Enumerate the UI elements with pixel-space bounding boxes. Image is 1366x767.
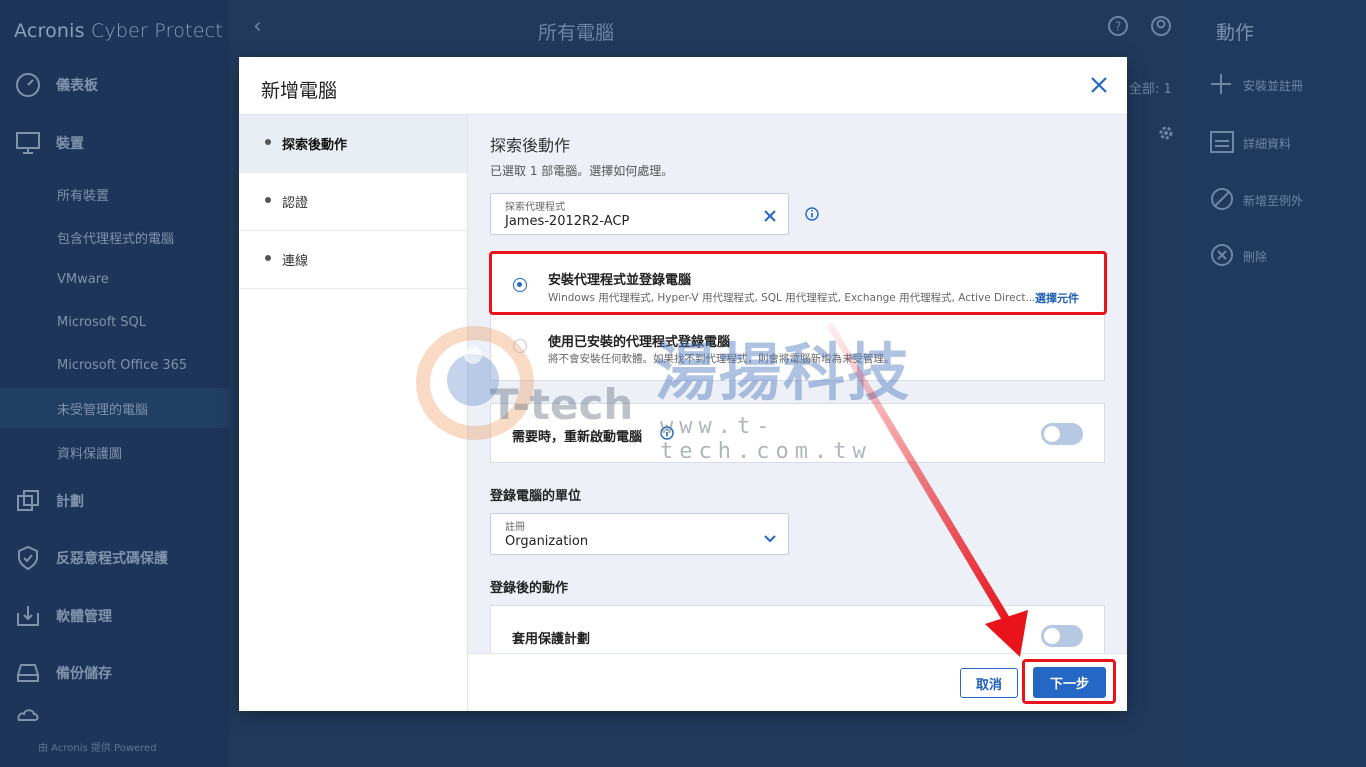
- action-details[interactable]: 詳細資料: [1210, 123, 1366, 163]
- field-label: 探索代理程式: [505, 202, 565, 213]
- back-arrow-icon[interactable]: ‹: [253, 14, 262, 39]
- sidebar-item-software[interactable]: 軟體管理: [0, 594, 229, 638]
- details-icon: [1210, 130, 1243, 156]
- step-label: 認證: [282, 196, 309, 211]
- action-label: 詳細資料: [1243, 136, 1292, 151]
- sidebar-item-label: 反惡意程式碼保護: [56, 551, 168, 567]
- after-registration-heading: 登錄後的動作: [490, 581, 569, 596]
- info-icon[interactable]: [660, 425, 674, 444]
- total-count: 全部: 1: [1129, 82, 1172, 97]
- info-icon[interactable]: [805, 206, 819, 225]
- step-bullet: [265, 138, 271, 145]
- section-description: 已選取 1 部電腦。選擇如何處理。: [490, 164, 674, 178]
- action-add-exception[interactable]: 新增至例外: [1210, 180, 1366, 220]
- action-label: 刪除: [1243, 249, 1268, 264]
- radio-install-agent[interactable]: [513, 278, 527, 292]
- sidebar-sub-unmanaged[interactable]: 未受管理的電腦: [0, 388, 229, 428]
- sidebar-item-label: 裝置: [56, 136, 84, 152]
- sidebar-item-dashboard[interactable]: 儀表板: [0, 63, 229, 107]
- svg-text:?: ?: [1115, 20, 1121, 34]
- sidebar-item-backup-storage[interactable]: 備份儲存: [0, 651, 229, 695]
- page-title: 所有電腦: [538, 22, 615, 44]
- software-icon: [0, 603, 56, 629]
- option-title: 安裝代理程式並登錄電腦: [548, 273, 692, 288]
- dashboard-icon: [0, 72, 56, 98]
- delete-icon: [1210, 243, 1243, 270]
- option-subtitle: 將不會安裝任何軟體。如果找不到代理程式，則會將電腦新增為未受管理。: [548, 353, 895, 365]
- field-value: James-2012R2-ACP: [505, 214, 630, 229]
- plans-icon: [0, 488, 56, 514]
- sidebar-item-more[interactable]: [0, 700, 229, 728]
- option-install-agent[interactable]: 安裝代理程式並登錄電腦 Windows 用代理程式, Hyper-V 用代理程式…: [491, 254, 1104, 316]
- sidebar-item-label: 軟體管理: [56, 609, 112, 625]
- step-label: 探索後動作: [282, 138, 348, 153]
- sidebar-sub-all-devices[interactable]: 所有裝置: [0, 174, 229, 214]
- step-bullet: [265, 196, 271, 203]
- reboot-toggle[interactable]: [1041, 423, 1083, 445]
- chevron-down-icon[interactable]: [764, 528, 776, 547]
- apply-plan-label: 套用保護計劃: [512, 632, 591, 647]
- unit-heading: 登錄電腦的單位: [490, 489, 582, 504]
- close-icon[interactable]: [1085, 71, 1113, 99]
- sidebar-sub-vmware[interactable]: VMware: [0, 259, 229, 299]
- powered-by-text: 由 Acronis 提供 Powered: [38, 743, 157, 754]
- step-label: 連線: [282, 254, 309, 269]
- dialog-header: 新增電腦: [239, 57, 1127, 115]
- sidebar-sub-sql[interactable]: Microsoft SQL: [0, 302, 229, 342]
- actions-panel: 動作 安裝並註冊 詳細資料 新增至例外 刪除: [1190, 0, 1366, 767]
- sidebar-item-plans[interactable]: 計劃: [0, 479, 229, 523]
- radio-use-existing-agent[interactable]: [513, 339, 527, 353]
- dialog-title: 新增電腦: [261, 80, 338, 102]
- field-value: Organization: [505, 534, 589, 549]
- clear-icon[interactable]: [764, 207, 776, 226]
- sidebar-item-antimalware[interactable]: 反惡意程式碼保護: [0, 536, 229, 580]
- brand-logo: Acronis Cyber Protect: [14, 20, 223, 42]
- sidebar: Acronis Cyber Protect 儀表板 裝置 所有裝置 包含代理程式…: [0, 0, 229, 767]
- select-components-link[interactable]: 選擇元件: [1035, 290, 1079, 306]
- discovery-agent-field[interactable]: 探索代理程式 James-2012R2-ACP: [490, 193, 789, 235]
- actions-title: 動作: [1216, 22, 1255, 44]
- step-connection[interactable]: 連線: [239, 231, 467, 289]
- cloud-icon: [0, 706, 56, 722]
- sidebar-sub-office365[interactable]: Microsoft Office 365: [0, 345, 229, 385]
- next-button[interactable]: 下一步: [1033, 667, 1106, 698]
- action-delete[interactable]: 刪除: [1210, 236, 1366, 276]
- add-machine-dialog: 新增電腦 探索後動作 認證 連線 探索後動作 已選取 1 部電腦。選擇如何處理。…: [239, 57, 1127, 711]
- section-title: 探索後動作: [490, 136, 571, 155]
- user-icon[interactable]: [1150, 15, 1172, 41]
- sidebar-item-label: 備份儲存: [56, 666, 112, 682]
- post-discovery-options: 安裝代理程式並登錄電腦 Windows 用代理程式, Hyper-V 用代理程式…: [490, 253, 1105, 381]
- step-post-discovery[interactable]: 探索後動作: [239, 115, 467, 173]
- sidebar-item-label: 計劃: [56, 494, 84, 510]
- storage-icon: [0, 661, 56, 685]
- option-subtitle: Windows 用代理程式, Hyper-V 用代理程式, SQL 用代理程式,…: [548, 292, 1036, 304]
- shield-icon: [0, 545, 56, 571]
- gear-icon[interactable]: [1157, 124, 1175, 146]
- sidebar-sub-data-protection-map[interactable]: 資料保護圖: [0, 432, 229, 472]
- field-label: 註冊: [505, 522, 525, 533]
- plus-icon: [1210, 73, 1243, 98]
- apply-plan-toggle[interactable]: [1041, 625, 1083, 647]
- help-icon[interactable]: ?: [1107, 15, 1129, 41]
- action-install-register[interactable]: 安裝並註冊: [1210, 65, 1366, 105]
- wizard-steps: 探索後動作 認證 連線: [239, 115, 468, 711]
- action-label: 安裝並註冊: [1243, 78, 1304, 93]
- apply-plan-card: 套用保護計劃: [490, 605, 1105, 653]
- registration-unit-select[interactable]: 註冊 Organization: [490, 513, 789, 555]
- dialog-footer: 取消 下一步: [468, 653, 1127, 711]
- block-icon: [1210, 187, 1243, 214]
- option-title: 使用已安裝的代理程式登錄電腦: [548, 335, 731, 350]
- sidebar-sub-machines-with-agents[interactable]: 包含代理程式的電腦: [0, 217, 229, 257]
- step-credentials[interactable]: 認證: [239, 173, 467, 231]
- sidebar-item-devices[interactable]: 裝置: [0, 121, 229, 165]
- option-use-existing-agent[interactable]: 使用已安裝的代理程式登錄電腦 將不會安裝任何軟體。如果找不到代理程式，則會將電腦…: [491, 320, 1104, 380]
- dialog-content: 探索後動作 已選取 1 部電腦。選擇如何處理。 探索代理程式 James-201…: [468, 115, 1127, 653]
- step-bullet: [265, 254, 271, 261]
- action-label: 新增至例外: [1243, 193, 1304, 208]
- reboot-label: 需要時，重新啟動電腦: [512, 430, 643, 445]
- cancel-button[interactable]: 取消: [960, 668, 1018, 698]
- monitor-icon: [0, 131, 56, 155]
- sidebar-item-label: 儀表板: [56, 78, 98, 94]
- reboot-card: 需要時，重新啟動電腦: [490, 403, 1105, 463]
